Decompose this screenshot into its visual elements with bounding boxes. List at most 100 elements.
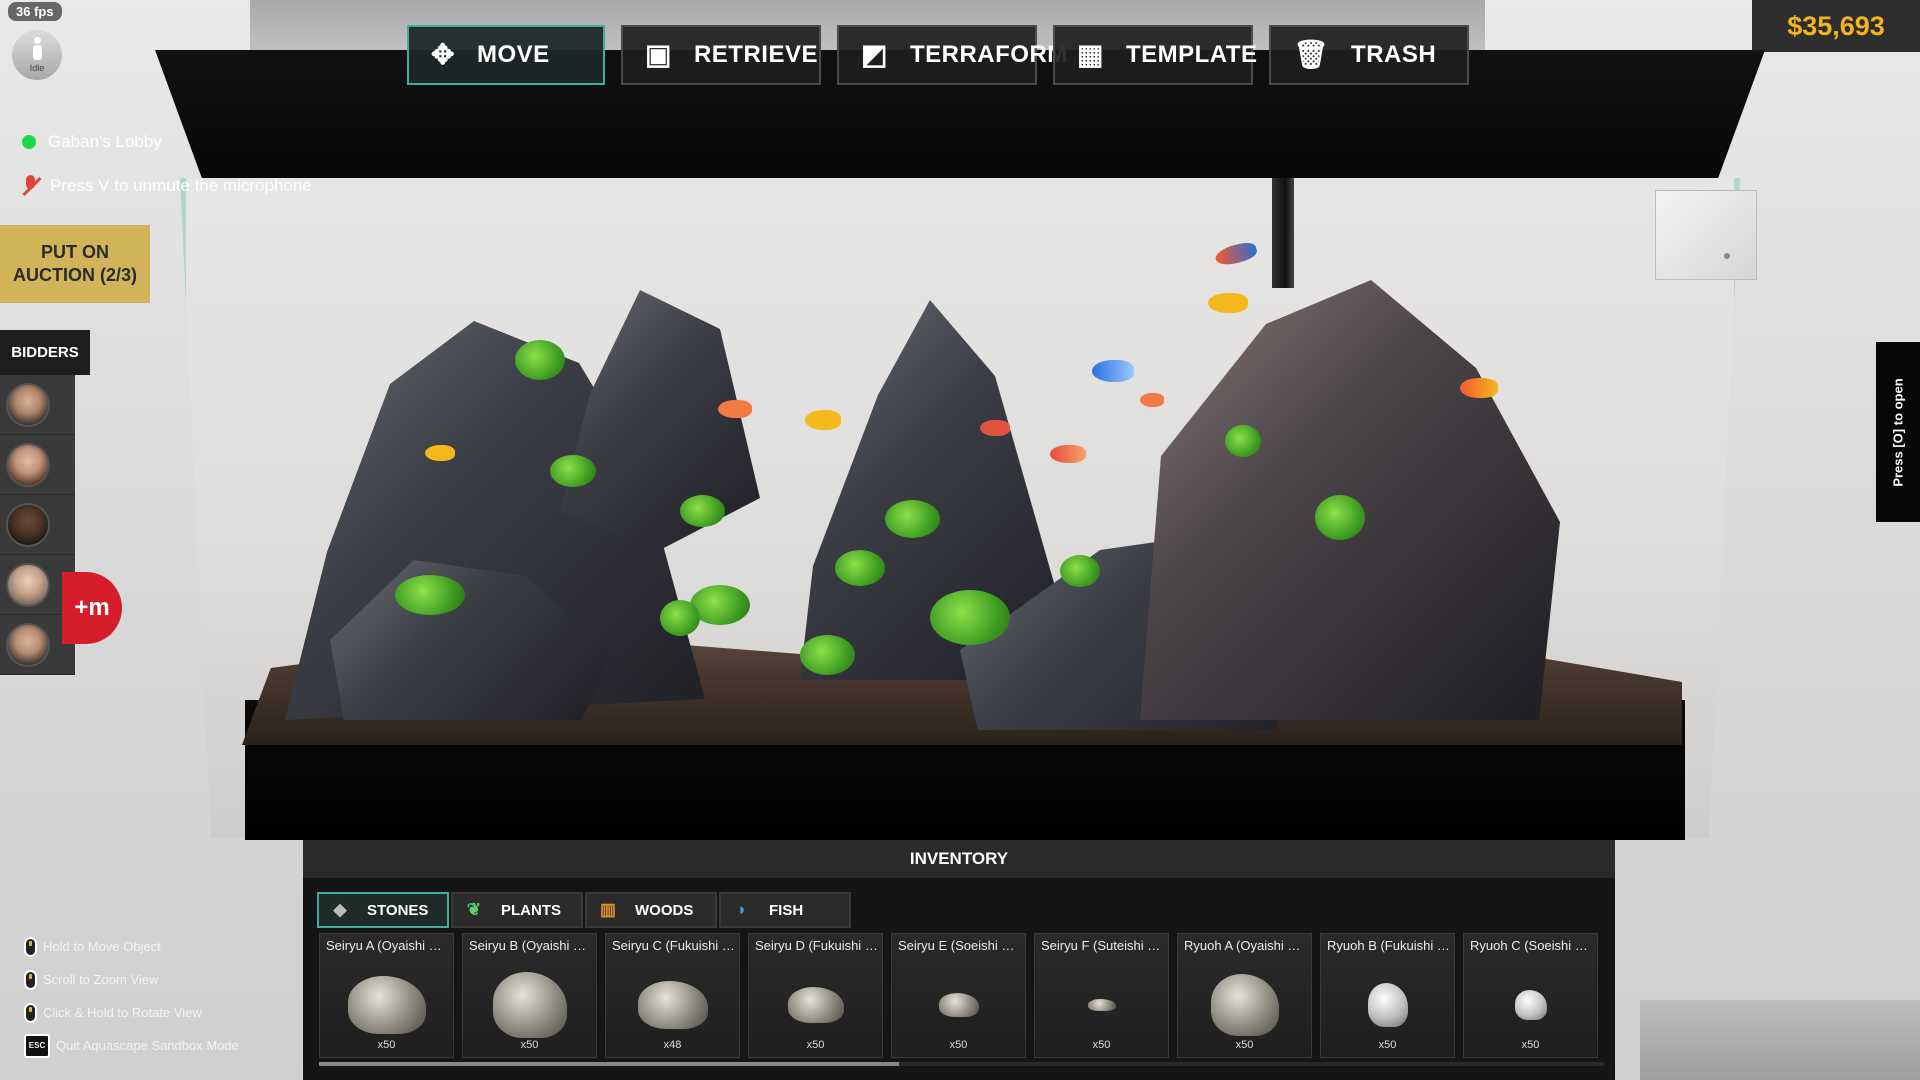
template-button[interactable]: ▦ TEMPLATE xyxy=(1053,25,1257,85)
record-button[interactable]: +m xyxy=(62,572,122,644)
bidder-avatar xyxy=(6,502,50,547)
fish-icon: ◗ xyxy=(736,900,748,919)
plant[interactable] xyxy=(395,575,465,615)
fish[interactable] xyxy=(425,445,455,461)
retrieve-button[interactable]: ▣ RETRIEVE xyxy=(621,25,821,85)
auction-label-line2: AUCTION (2/3) xyxy=(12,265,137,285)
plant[interactable] xyxy=(660,600,700,636)
stone-icon: ◆ xyxy=(333,900,347,919)
item-name: Seiryu F (Suteishi Si... xyxy=(1041,938,1164,953)
plant[interactable] xyxy=(680,495,725,527)
hint-text: Hold to Move Object xyxy=(43,939,161,954)
tab-fish[interactable]: ◗ FISH xyxy=(719,892,851,928)
player-status-label: Idle xyxy=(29,63,45,73)
person-icon xyxy=(30,37,44,61)
fish[interactable] xyxy=(805,410,841,430)
plant[interactable] xyxy=(515,340,565,380)
fish[interactable] xyxy=(1092,360,1134,382)
inventory-item[interactable]: Ryuoh A (Oyaishi Siz... x50 xyxy=(1177,933,1312,1058)
inventory-panel: INVENTORY ◆ STONES ❦ PLANTS ▥ WOODS ◗ FI… xyxy=(303,840,1615,1080)
tab-stones-label: STONES xyxy=(367,901,429,919)
bidder-item[interactable] xyxy=(0,435,75,495)
inventory-scrollbar-thumb[interactable] xyxy=(319,1062,899,1066)
fish[interactable] xyxy=(1050,445,1086,463)
fish[interactable] xyxy=(1460,378,1498,398)
mouse-icon xyxy=(24,969,37,990)
plant[interactable] xyxy=(1315,495,1365,540)
inventory-item[interactable]: Seiryu A (Oyaishi Si... x50 xyxy=(319,933,454,1058)
item-name: Seiryu B (Oyaishi Si... xyxy=(469,938,592,953)
player-status-avatar[interactable]: Idle xyxy=(12,30,62,80)
move-icon: ✥ xyxy=(431,39,455,70)
tab-plants[interactable]: ❦ PLANTS xyxy=(451,892,583,928)
terraform-icon: ◩ xyxy=(861,39,888,70)
inventory-item[interactable]: Seiryu E (Soeishi Si... x50 xyxy=(891,933,1026,1058)
fish[interactable] xyxy=(980,420,1010,436)
plant[interactable] xyxy=(930,590,1010,645)
plant[interactable] xyxy=(1225,425,1261,457)
auction-label-line1: PUT ON xyxy=(40,242,109,262)
trash-button[interactable]: 🗑 TRASH xyxy=(1269,25,1469,85)
inventory-item[interactable]: Ryuoh C (Soeishi Si... x50 xyxy=(1463,933,1598,1058)
tab-fish-label: FISH xyxy=(769,901,804,919)
lobby-name: Gaban's Lobby xyxy=(48,132,162,151)
fps-counter: 36 fps xyxy=(8,2,62,21)
terraform-button[interactable]: ◩ TERRAFORM xyxy=(837,25,1067,85)
plant[interactable] xyxy=(835,550,885,586)
bidder-item[interactable] xyxy=(0,495,75,555)
bidder-avatar xyxy=(6,382,50,427)
inventory-item[interactable]: Ryuoh B (Fukuishi S... x50 xyxy=(1320,933,1455,1058)
item-thumbnail xyxy=(492,972,567,1039)
inventory-scrollbar[interactable] xyxy=(319,1062,1604,1066)
hint-text: Click & Hold to Rotate View xyxy=(43,1005,202,1020)
plant[interactable] xyxy=(885,500,940,538)
retrieve-label: RETRIEVE xyxy=(693,41,818,68)
tab-stones[interactable]: ◆ STONES xyxy=(317,892,449,928)
mic-muted-icon xyxy=(20,175,40,197)
fish[interactable] xyxy=(1140,393,1164,407)
hint-text: Scroll to Zoom View xyxy=(43,972,159,987)
fish[interactable] xyxy=(1208,293,1248,313)
bidder-item[interactable] xyxy=(0,375,75,435)
inventory-title: INVENTORY xyxy=(303,840,1615,878)
plant[interactable] xyxy=(1060,555,1100,587)
plant-icon: ❦ xyxy=(466,900,482,919)
item-thumbnail xyxy=(1087,999,1116,1012)
inventory-item[interactable]: Seiryu F (Suteishi Si... x50 xyxy=(1034,933,1169,1058)
inventory-item[interactable]: Seiryu D (Fukuishi S... x50 xyxy=(748,933,883,1058)
item-name: Ryuoh A (Oyaishi Siz... xyxy=(1184,938,1307,953)
item-name: Seiryu E (Soeishi Si... xyxy=(898,938,1021,953)
item-name: Ryuoh C (Soeishi Si... xyxy=(1470,938,1593,953)
press-open-hint: Press [O] to open xyxy=(1890,377,1906,487)
money-display: $35,693 xyxy=(1752,0,1920,52)
inventory-items: Seiryu A (Oyaishi Si... x50 Seiryu B (Oy… xyxy=(319,933,1598,1058)
hint-zoom: Scroll to Zoom View xyxy=(24,963,239,996)
bidder-avatar xyxy=(6,442,50,487)
plant[interactable] xyxy=(800,635,855,675)
mouse-icon xyxy=(24,936,37,957)
fish[interactable] xyxy=(718,400,752,418)
item-thumbnail xyxy=(938,993,979,1018)
inventory-item[interactable]: Seiryu B (Oyaishi Si... x50 xyxy=(462,933,597,1058)
item-name: Seiryu D (Fukuishi S... xyxy=(755,938,878,953)
item-name: Seiryu C (Fukuishi S... xyxy=(612,938,735,953)
inventory-item[interactable]: Seiryu C (Fukuishi S... x48 xyxy=(605,933,740,1058)
top-toolbar: ✥ MOVE ▣ RETRIEVE ◩ TERRAFORM ▦ TEMPLATE… xyxy=(407,25,1469,85)
template-icon: ▦ xyxy=(1077,39,1104,70)
terraform-label: TERRAFORM xyxy=(909,41,1068,68)
wood-icon: ▥ xyxy=(599,900,617,919)
item-qty: x48 xyxy=(663,1039,682,1051)
item-qty: x50 xyxy=(1521,1039,1540,1051)
plant[interactable] xyxy=(550,455,596,487)
tab-woods[interactable]: ▥ WOODS xyxy=(585,892,717,928)
tab-plants-label: PLANTS xyxy=(501,901,561,919)
put-on-auction-button[interactable]: PUT ON AUCTION (2/3) xyxy=(0,225,150,303)
item-name: Ryuoh B (Fukuishi S... xyxy=(1327,938,1450,953)
item-qty: x50 xyxy=(520,1039,539,1051)
hint-quit: ESC Quit Aquascape Sandbox Mode xyxy=(24,1029,239,1062)
move-button[interactable]: ✥ MOVE xyxy=(407,25,605,85)
item-thumbnail xyxy=(1514,990,1547,1021)
item-name: Seiryu A (Oyaishi Si... xyxy=(326,938,449,953)
side-panel-tab[interactable]: Press [O] to open xyxy=(1876,342,1920,522)
item-qty: x50 xyxy=(806,1039,825,1051)
